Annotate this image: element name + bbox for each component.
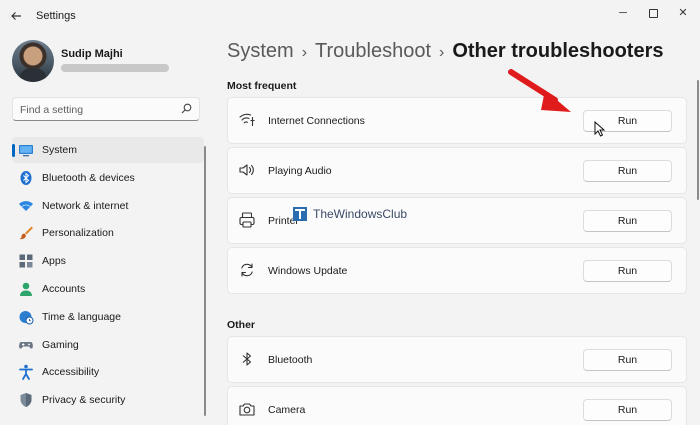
sidebar-item-apps[interactable]: Apps	[12, 248, 204, 274]
sidebar-item-label: Time & language	[42, 310, 121, 323]
printer-icon	[238, 211, 256, 229]
mouse-pointer-icon	[594, 121, 606, 137]
camera-icon	[238, 400, 256, 418]
sidebar-item-accessibility[interactable]: Accessibility	[12, 359, 204, 385]
run-camera-button[interactable]: Run	[583, 399, 672, 421]
watermark-text: TheWindowsClub	[313, 207, 408, 221]
user-email-redacted	[61, 64, 169, 72]
shield-icon	[18, 392, 34, 408]
troubleshooter-row-camera: Camera Run	[227, 386, 687, 425]
breadcrumb-troubleshoot[interactable]: Troubleshoot	[315, 40, 431, 62]
sidebar-item-label: Personalization	[42, 227, 114, 240]
troubleshooter-label: Playing Audio	[268, 165, 332, 177]
breadcrumb-separator: ›	[439, 44, 445, 61]
breadcrumb-system[interactable]: System	[227, 40, 294, 62]
sidebar-item-bluetooth[interactable]: Bluetooth & devices	[12, 165, 204, 191]
avatar	[12, 40, 54, 82]
section-title-other: Other	[227, 319, 256, 331]
sidebar-item-privacy-security[interactable]: Privacy & security	[12, 387, 204, 413]
sidebar-item-label: Gaming	[42, 338, 79, 351]
sidebar-item-label: Accounts	[42, 282, 86, 295]
user-profile[interactable]: Sudip Majhi	[12, 40, 202, 84]
troubleshooter-row-windows-update: Windows Update Run	[227, 247, 687, 294]
troubleshooter-row-bluetooth: Bluetooth Run	[227, 336, 687, 383]
run-printer-button[interactable]: Run	[583, 210, 672, 232]
speaker-icon	[238, 161, 256, 179]
troubleshooter-label: Camera	[268, 404, 306, 416]
sidebar-nav: System Bluetooth & devices Network & int…	[12, 137, 204, 415]
troubleshooter-row-playing-audio: Playing Audio Run	[227, 147, 687, 194]
refresh-icon	[238, 261, 256, 279]
network-icon	[238, 111, 256, 129]
sidebar-item-label: Privacy & security	[42, 394, 126, 407]
wifi-icon	[18, 198, 34, 214]
bluetooth-icon	[18, 170, 34, 186]
sidebar-item-gaming[interactable]: Gaming	[12, 332, 204, 358]
sidebar-item-label: Accessibility	[42, 366, 100, 379]
search-input[interactable]	[20, 102, 175, 117]
maximize-icon	[648, 8, 658, 18]
back-arrow-icon[interactable]	[10, 10, 24, 24]
sidebar-item-label: Network & internet	[42, 199, 129, 212]
system-icon	[18, 142, 34, 158]
breadcrumb: System › Troubleshoot › Other troubleshooter…	[227, 40, 663, 63]
accounts-icon	[18, 281, 34, 297]
maximize-button[interactable]	[636, 4, 670, 22]
sidebar-item-system[interactable]: System	[12, 137, 204, 163]
troubleshooter-row-internet-connections: Internet Connections Run	[227, 97, 687, 144]
main-scrollbar[interactable]	[697, 80, 699, 200]
title-bar: Settings ─ ✕	[0, 0, 700, 34]
run-playing-audio-button[interactable]: Run	[583, 160, 672, 182]
watermark-logo-icon	[293, 207, 307, 221]
search-box[interactable]	[12, 97, 200, 121]
globe-clock-icon	[18, 309, 34, 325]
brush-icon	[18, 225, 34, 241]
breadcrumb-separator: ›	[301, 44, 308, 61]
troubleshooter-label: Bluetooth	[268, 354, 313, 366]
run-bluetooth-button[interactable]: Run	[583, 349, 672, 371]
sidebar-item-label: Apps	[42, 255, 66, 268]
sidebar-item-network[interactable]: Network & internet	[12, 193, 204, 219]
sidebar-scrollbar[interactable]	[204, 146, 206, 416]
section-title-most-frequent: Most frequent	[227, 80, 297, 92]
search-icon[interactable]	[181, 103, 192, 117]
bluetooth-icon	[238, 350, 256, 368]
sidebar-item-time-language[interactable]: Time & language	[12, 304, 204, 330]
gamepad-icon	[18, 337, 34, 353]
accessibility-icon	[18, 364, 34, 381]
sidebar-item-personalization[interactable]: Personalization	[12, 220, 204, 246]
apps-icon	[18, 253, 34, 269]
minimize-button[interactable]: ─	[606, 4, 640, 22]
sidebar-item-accounts[interactable]: Accounts	[12, 276, 204, 302]
user-name: Sudip Majhi	[61, 48, 123, 60]
red-arrow-annotation-icon	[508, 69, 571, 112]
run-windows-update-button[interactable]: Run	[583, 260, 672, 282]
troubleshooter-label: Windows Update	[268, 265, 348, 277]
app-title: Settings	[36, 10, 76, 22]
sidebar-item-label: System	[42, 144, 78, 156]
page-title: Other troubleshooters	[452, 40, 664, 62]
troubleshooter-label: Internet Connections	[268, 115, 365, 127]
sidebar-item-label: Bluetooth & devices	[42, 171, 135, 184]
close-button[interactable]: ✕	[666, 4, 700, 22]
